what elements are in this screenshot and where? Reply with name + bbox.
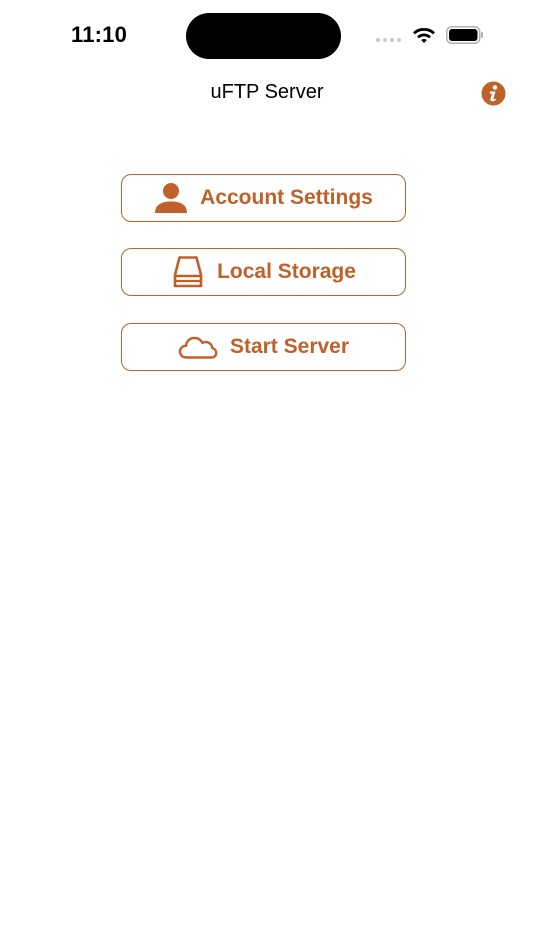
person-icon <box>155 183 188 213</box>
wifi-icon <box>413 28 435 43</box>
cellular-dots-icon <box>376 38 401 42</box>
status-time: 11:10 <box>71 22 128 47</box>
page-title: uFTP Server <box>210 81 324 103</box>
cloud-icon <box>178 336 218 359</box>
account-settings-button[interactable]: Account Settings <box>121 174 406 222</box>
info-icon[interactable] <box>481 81 506 106</box>
local-storage-label: Local Storage <box>217 260 356 283</box>
start-server-label: Start Server <box>229 335 350 358</box>
account-settings-label: Account Settings <box>200 186 373 209</box>
local-storage-button[interactable]: Local Storage <box>121 248 406 296</box>
battery-full-icon <box>446 26 483 44</box>
start-server-button[interactable]: Start Server <box>121 323 406 371</box>
drive-icon <box>173 256 203 288</box>
dynamic-island <box>186 13 341 59</box>
